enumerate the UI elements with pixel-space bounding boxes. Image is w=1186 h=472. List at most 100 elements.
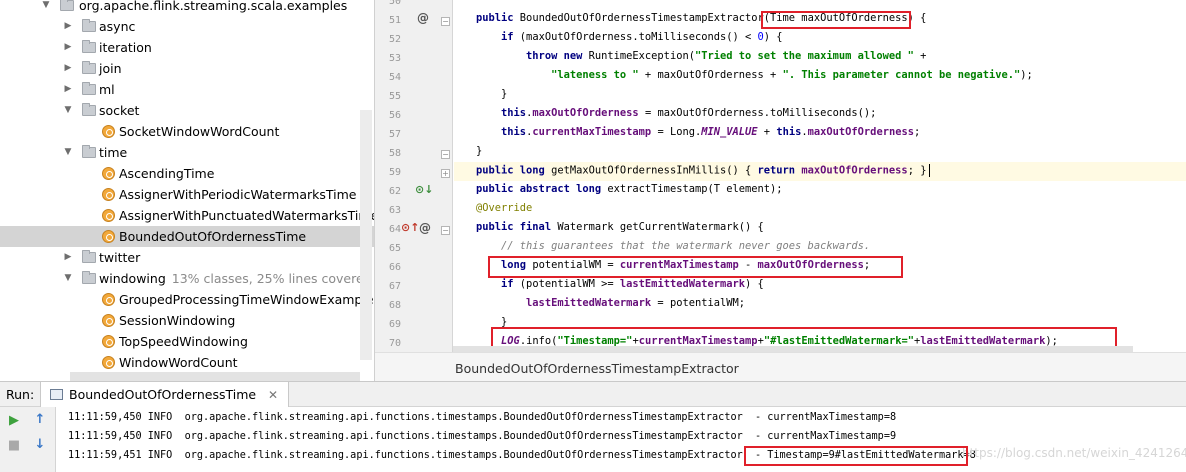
fold-toggle-icon[interactable]: − [441, 17, 450, 26]
line-number: 67 [388, 281, 401, 292]
line-number: 52 [388, 34, 401, 45]
rerun-icon[interactable]: ▶ [6, 413, 22, 429]
code-line: } [476, 88, 508, 100]
tree-item-socketwindowwordcount[interactable]: SocketWindowWordCount [0, 121, 374, 142]
tree-item-twitter[interactable]: ▶ twitter [0, 247, 374, 268]
tree-item-windowing[interactable]: ▼ windowing 13% classes, 25% lines covere… [0, 268, 374, 289]
chevron-right-icon[interactable]: ▶ [62, 58, 74, 79]
log-message: currentMaxTimestamp=9 [767, 431, 897, 442]
run-tab-title: BoundedOutOfOrdernessTime [69, 387, 257, 402]
tree-vertical-scrollbar[interactable] [360, 110, 372, 360]
chevron-right-icon[interactable]: ▶ [62, 79, 74, 100]
line-number: 66 [388, 262, 401, 273]
scala-class-icon [102, 209, 115, 222]
override-marker-icon[interactable]: ⊙↑ [401, 221, 419, 234]
log-level: INFO [147, 412, 173, 423]
tree-item-groupedprocessingtimewindowexample[interactable]: GroupedProcessingTimeWindowExample [0, 289, 374, 310]
scala-class-icon [102, 314, 115, 327]
tree-item-iteration[interactable]: ▶ iteration [0, 37, 374, 58]
tree-item-ml[interactable]: ▶ ml [0, 79, 374, 100]
line-number: 50 [388, 0, 401, 7]
line-number: 59 [388, 167, 401, 178]
tree-horizontal-scrollbar[interactable] [70, 372, 360, 381]
tree-item-socket[interactable]: ▼ socket [0, 100, 374, 121]
scala-class-icon [102, 188, 115, 201]
tree-item-topspeedwindowing[interactable]: TopSpeedWindowing [0, 331, 374, 352]
chevron-down-icon[interactable]: ▼ [62, 142, 74, 163]
log-level: INFO [147, 431, 173, 442]
log-time: 11:11:59,450 [68, 431, 142, 442]
line-number: 69 [388, 319, 401, 330]
code-line: // this guarantees that the watermark ne… [501, 240, 871, 252]
log-logger: org.apache.flink.streaming.api.functions… [184, 450, 743, 461]
line-number: 63 [388, 205, 401, 216]
editor-gutter: 50 51 52 53 54 55 56 57 58 59 62 63 64 6… [375, 0, 453, 352]
log-separator: - [755, 431, 762, 442]
code-line: @Override [476, 202, 533, 214]
stop-icon[interactable]: ■ [6, 438, 22, 454]
code-line: if (potentialWM >= lastEmittedWatermark)… [501, 278, 764, 290]
chevron-right-icon[interactable]: ▶ [62, 247, 74, 268]
folder-icon [82, 61, 96, 74]
chevron-down-icon[interactable]: ▼ [62, 268, 74, 289]
annotation-marker-icon[interactable]: @ [417, 11, 429, 25]
package-folder-icon [60, 0, 74, 11]
code-editor[interactable]: 50 51 52 53 54 55 56 57 58 59 62 63 64 6… [374, 0, 1186, 381]
chevron-down-icon[interactable]: ▼ [62, 100, 74, 121]
breadcrumb-class[interactable]: BoundedOutOfOrdernessTimestampExtractor [455, 361, 739, 376]
run-tab[interactable]: BoundedOutOfOrdernessTime ✕ [40, 382, 290, 407]
tree-item-join[interactable]: ▶ join [0, 58, 374, 79]
folder-icon [82, 40, 96, 53]
tree-item-time[interactable]: ▼ time [0, 142, 374, 163]
tree-item-sessionwindowing[interactable]: SessionWindowing [0, 310, 374, 331]
tree-item-ascendingtime[interactable]: AscendingTime [0, 163, 374, 184]
line-number: 57 [388, 129, 401, 140]
code-line: if (maxOutOfOrderness.toMilliseconds() <… [501, 31, 783, 43]
log-time: 11:11:59,450 [68, 412, 142, 423]
log-level: INFO [147, 450, 173, 461]
tree-item-assignerwithperiodicwatermarkstime[interactable]: AssignerWithPeriodicWatermarksTime [0, 184, 374, 205]
text-caret [929, 164, 931, 177]
folder-icon [82, 145, 96, 158]
folder-icon [82, 103, 96, 116]
fold-toggle-icon[interactable]: + [441, 169, 450, 178]
chevron-right-icon[interactable]: ▶ [62, 16, 74, 37]
close-icon[interactable]: ✕ [268, 388, 278, 402]
console-line: 11:11:59,450 INFO org.apache.flink.strea… [68, 412, 896, 423]
tree-item-async[interactable]: ▶ async [0, 16, 374, 37]
line-number: 64 [388, 224, 401, 235]
watermark-text: https://blog.csdn.net/weixin_42412645 [962, 446, 1186, 460]
code-line: throw new RuntimeException("Tried to set… [526, 50, 927, 62]
scroll-up-icon[interactable]: ↑ [32, 412, 48, 428]
scala-class-icon [102, 230, 115, 243]
breadcrumb: BoundedOutOfOrdernessTimestampExtractor [375, 352, 1186, 381]
log-separator: - [755, 412, 762, 423]
console-line: 11:11:59,450 INFO org.apache.flink.strea… [68, 431, 896, 442]
folder-icon [82, 19, 96, 32]
scroll-down-icon[interactable]: ↓ [32, 437, 48, 453]
implemented-marker-icon[interactable]: ⊙↓ [415, 183, 433, 196]
chevron-right-icon[interactable]: ▶ [62, 37, 74, 58]
run-toolbar: ▶ ↑ ■ ↓ [0, 407, 56, 472]
annotation-marker-icon[interactable]: @ [419, 221, 431, 235]
highlight-box-potential-wm [488, 256, 903, 278]
scala-class-icon [102, 356, 115, 369]
tree-item-assignerwithpunctuatedwatermarkstime[interactable]: AssignerWithPunctuatedWatermarksTime [0, 205, 374, 226]
tree-item-windowwordcount[interactable]: WindowWordCount [0, 352, 374, 373]
line-number: 56 [388, 110, 401, 121]
code-line: lastEmittedWatermark = potentialWM; [526, 297, 746, 309]
line-number: 65 [388, 243, 401, 254]
folder-icon [82, 82, 96, 95]
run-console: ▶ ↑ ■ ↓ 11:11:59,450 INFO org.apache.fli… [0, 407, 1186, 472]
tree-item-boundedoutofordernesstime[interactable]: BoundedOutOfOrdernessTime [0, 226, 374, 247]
project-tree: ▼ org.apache.flink.streaming.scala.examp… [0, 0, 374, 381]
chevron-down-icon[interactable]: ▼ [40, 0, 52, 16]
fold-toggle-icon[interactable]: − [441, 226, 450, 235]
line-number: 70 [388, 338, 401, 349]
code-line: this.currentMaxTimestamp = Long.MIN_VALU… [501, 126, 921, 138]
tree-item-label: windowing [99, 271, 166, 286]
line-number: 53 [388, 53, 401, 64]
tree-item-package[interactable]: ▼ org.apache.flink.streaming.scala.examp… [0, 0, 374, 16]
fold-toggle-icon[interactable]: − [441, 150, 450, 159]
log-time: 11:11:59,451 [68, 450, 142, 461]
